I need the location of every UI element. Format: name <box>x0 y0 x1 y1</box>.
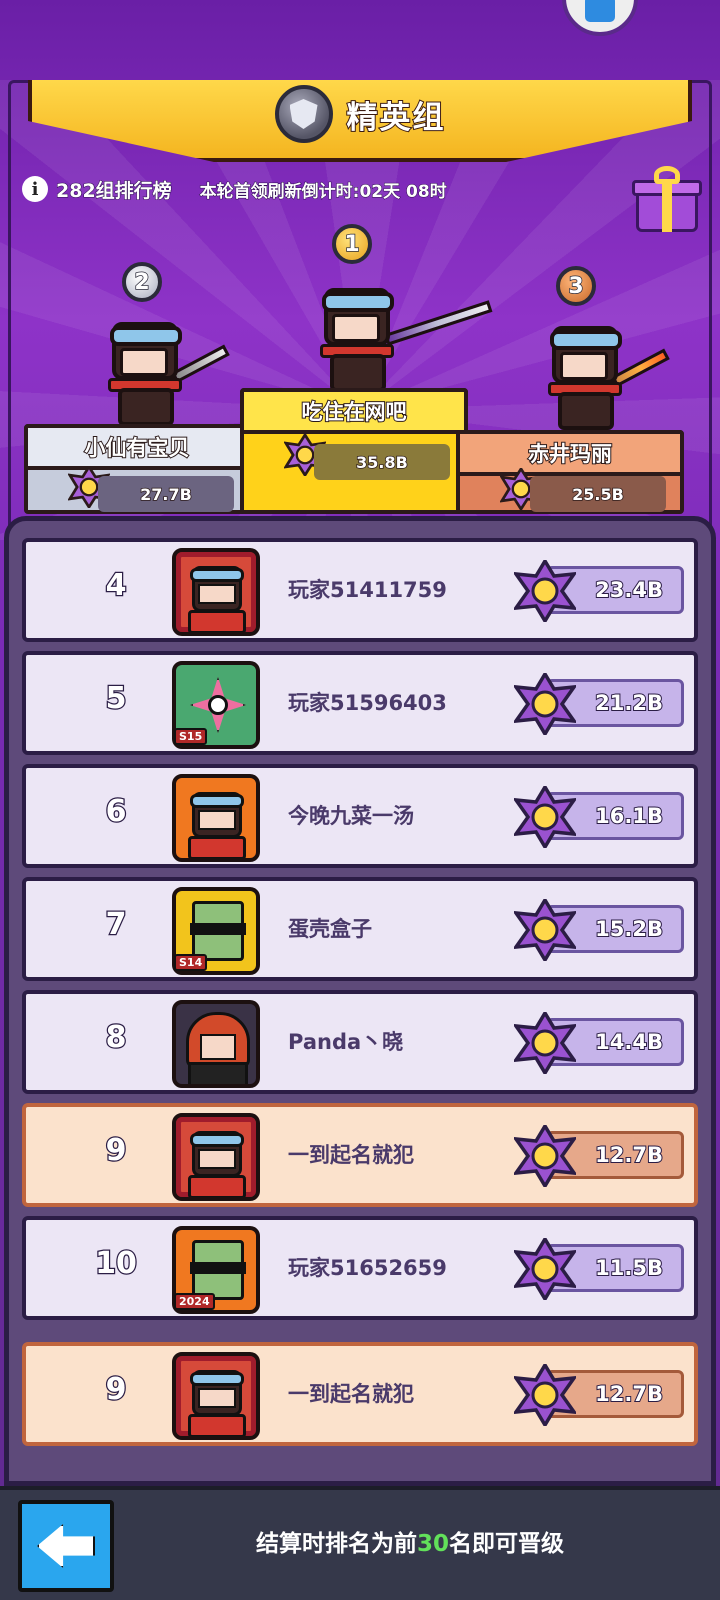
leaderboard-row[interactable]: 10 2024 玩家51652659 11.5B <box>22 1216 698 1320</box>
shard-icon <box>514 1364 576 1426</box>
rank-2-score: 27.7B <box>98 476 234 512</box>
leaderboard-row[interactable]: 8 Panda丶晓 14.4B <box>22 990 698 1094</box>
shard-icon <box>514 1238 576 1300</box>
row-player-name: 一到起名就犯 <box>288 1143 414 1167</box>
rank-1-medal: 1 <box>322 224 382 280</box>
back-arrow-icon <box>37 1524 95 1568</box>
shard-icon <box>514 786 576 848</box>
bookmark-icon <box>585 0 615 22</box>
league-banner-content: 精英组 <box>28 80 692 162</box>
crown-hero-avatar[interactable] <box>172 774 260 862</box>
promotion-threshold: 30 <box>416 1531 449 1557</box>
row-rank: 9 <box>104 1371 127 1409</box>
footer-bar: 结算时排名为前30名即可晋级 <box>0 1486 720 1600</box>
rank-2-pedestal: 小仙有宝贝 27.7B <box>24 424 250 514</box>
leaderboard-row[interactable]: 4 玩家51411759 23.4B <box>22 538 698 642</box>
rank-1-score: 35.8B <box>314 444 450 480</box>
group-rank-label: 282组排行榜 <box>56 179 173 202</box>
rank-2-medal: 2 <box>112 262 172 318</box>
row-player-name: Panda丶晓 <box>288 1030 404 1054</box>
shard-icon <box>514 673 576 735</box>
countdown-text: 本轮首领刷新倒计时:02天 08时 <box>199 181 447 202</box>
crown-hero-avatar[interactable] <box>172 1352 260 1440</box>
row-rank: 4 <box>104 567 127 605</box>
rank-2-hero[interactable] <box>100 322 230 428</box>
row-rank: 10 <box>94 1245 138 1283</box>
rank-2-name: 小仙有宝贝 <box>24 424 250 470</box>
league-crest-icon <box>274 85 333 143</box>
self-rank-row[interactable]: 9 一到起名就犯 12.7B <box>22 1342 698 1446</box>
crown-hero-avatar[interactable] <box>172 548 260 636</box>
row-rank: 7 <box>104 906 127 944</box>
leaderboard-row[interactable]: 9 一到起名就犯 12.7B <box>22 1103 698 1207</box>
season-tag: 2024 <box>174 1293 215 1310</box>
promotion-hint: 结算时排名为前30名即可晋级 <box>255 1531 564 1557</box>
row-player-name: 蛋壳盒子 <box>288 917 372 941</box>
rank-3-medal: 3 <box>546 266 606 322</box>
rank-3-name: 赤井玛丽 <box>456 430 684 476</box>
rank-3-pedestal: 赤井玛丽 25.5B <box>456 430 684 514</box>
leaderboard-row[interactable]: 5 S15 玩家51596403 21.2B <box>22 651 698 755</box>
info-icon[interactable]: i <box>22 176 48 202</box>
rank-3-score: 25.5B <box>530 476 666 512</box>
redhair-avatar[interactable] <box>172 1000 260 1088</box>
shard-icon <box>514 1125 576 1187</box>
row-player-name: 玩家51596403 <box>288 691 447 715</box>
gift-box-button[interactable] <box>632 166 702 234</box>
shard-icon <box>514 899 576 961</box>
crown-hero-avatar[interactable] <box>172 1113 260 1201</box>
rank-1-name: 吃住在网吧 <box>240 388 468 434</box>
row-player-name: 玩家51652659 <box>288 1256 447 1280</box>
rank-1-pedestal: 吃住在网吧 35.8B <box>240 388 468 514</box>
rank-1-hero[interactable] <box>312 288 493 394</box>
league-title: 精英组 <box>346 99 446 137</box>
leaderboard-row[interactable]: 7 S14 蛋壳盒子 15.2B <box>22 877 698 981</box>
row-player-name: 今晚九菜一汤 <box>288 804 414 828</box>
row-player-name: 玩家51411759 <box>288 578 447 602</box>
back-button[interactable] <box>18 1500 114 1592</box>
shard-icon <box>514 560 576 622</box>
season-tag: S14 <box>174 954 208 971</box>
row-rank: 6 <box>104 793 127 831</box>
rank-3-hero[interactable] <box>540 326 670 432</box>
row-rank: 8 <box>104 1019 127 1057</box>
season-tag: S15 <box>174 728 208 745</box>
row-rank: 5 <box>104 680 127 718</box>
row-rank: 9 <box>104 1132 127 1170</box>
shard-icon <box>514 1012 576 1074</box>
info-row: i 282组排行榜 本轮首领刷新倒计时:02天 08时 <box>22 174 447 204</box>
row-player-name: 一到起名就犯 <box>288 1382 414 1406</box>
leaderboard-row[interactable]: 6 今晚九菜一汤 16.1B <box>22 764 698 868</box>
